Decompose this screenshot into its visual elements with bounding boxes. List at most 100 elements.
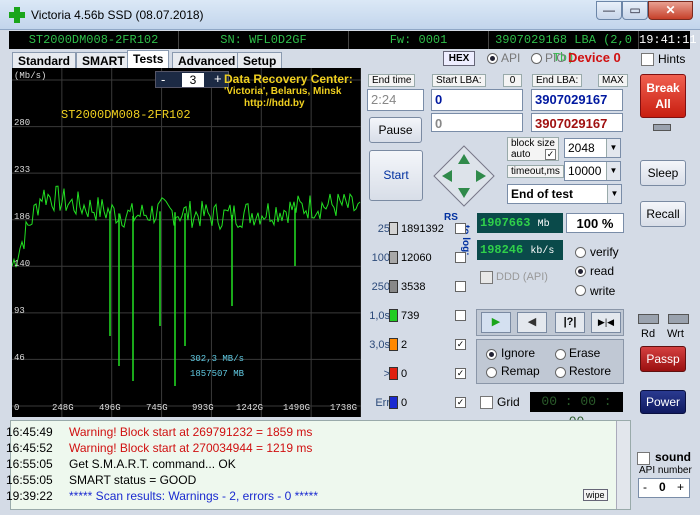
log-entry: 16:55:05 SMART status = GOOD	[6, 473, 196, 488]
back-icon[interactable]: ◀	[517, 312, 547, 333]
tab-advanced[interactable]: Advanced	[172, 52, 242, 69]
start-lba-zero-button[interactable]: 0	[503, 74, 522, 87]
end-time-field[interactable]: 2:24	[367, 89, 424, 111]
stat-threshold: 1,0s	[369, 310, 390, 322]
read-indicator-label: Rd	[641, 328, 656, 340]
stat-row: 1,0s 739	[368, 309, 468, 325]
api-number-value: 0	[659, 480, 666, 494]
log-scrollbar[interactable]	[616, 421, 630, 509]
drc-url: http://hdd.by	[244, 98, 305, 109]
x-tick: 993G	[192, 403, 214, 413]
log-message: Get S.M.A.R.T. command... OK	[69, 457, 236, 471]
start-button[interactable]: Start	[369, 150, 423, 201]
grid-checkbox[interactable]	[480, 396, 493, 409]
pio-radio[interactable]	[531, 53, 542, 64]
log-entry: 16:55:05 Get S.M.A.R.T. command... OK	[6, 457, 236, 472]
break-indicator	[653, 124, 671, 131]
sound-label: sound	[655, 450, 691, 464]
break-all-button[interactable]: Break All	[640, 74, 686, 118]
transport-controls: ▶ ◀ |?| ▶|◀	[476, 309, 624, 336]
pause-button[interactable]: Pause	[369, 117, 422, 143]
tab-tests[interactable]: Tests	[127, 50, 170, 69]
log-time: 19:39:22	[6, 489, 53, 503]
to-log-checkbox[interactable]	[455, 281, 466, 292]
end-lba-field[interactable]: 3907029167	[531, 89, 623, 111]
to-log-checkbox[interactable]	[455, 310, 466, 321]
scale-minus-button[interactable]: -	[161, 72, 165, 87]
power-button[interactable]: Power	[640, 390, 686, 414]
sleep-button[interactable]: Sleep	[640, 160, 686, 186]
end-icon[interactable]: ▶|◀	[591, 312, 621, 333]
ignore-radio[interactable]	[486, 349, 497, 360]
api-number-minus[interactable]: -	[643, 480, 647, 494]
tab-setup[interactable]: Setup	[237, 52, 283, 69]
recall-button[interactable]: Recall	[640, 201, 686, 227]
restore-label: Restore	[569, 364, 612, 378]
processed-mb-value: 1907663	[480, 216, 531, 230]
hints-checkbox[interactable]	[641, 53, 654, 66]
to-log-checkbox[interactable]	[455, 252, 466, 263]
stat-count: 0	[401, 368, 408, 380]
tab-smart[interactable]: SMART	[76, 52, 131, 69]
erase-radio[interactable]	[555, 349, 566, 360]
block-size-value: 2048	[568, 141, 595, 155]
auto-checkbox[interactable]: ✓	[545, 149, 556, 160]
ddd-api-checkbox[interactable]	[480, 271, 493, 284]
scale-value[interactable]: 3	[182, 73, 204, 87]
x-tick: 496G	[99, 403, 121, 413]
timeout-select[interactable]: 10000 ▼	[564, 161, 621, 181]
x-tick: 745G	[146, 403, 168, 413]
play-icon[interactable]: ▶	[481, 312, 511, 333]
log-time: 16:45:52	[6, 441, 53, 455]
timeout-label: timeout,ms	[507, 165, 564, 178]
minimize-button[interactable]: —	[596, 1, 622, 20]
stat-row: Err 0 ✓	[368, 396, 468, 412]
log-message: SMART status = GOOD	[69, 473, 197, 487]
password-button[interactable]: Passp	[640, 346, 686, 372]
remap-radio[interactable]	[486, 367, 497, 378]
end-lba-label: End LBA:	[532, 74, 583, 87]
verify-radio[interactable]	[575, 247, 586, 258]
stat-color-swatch	[389, 280, 398, 293]
restore-radio[interactable]	[555, 367, 566, 378]
api-radio[interactable]	[487, 53, 498, 64]
processed-mb: 1907663 Mb	[477, 213, 563, 233]
to-log-checkbox[interactable]: ✓	[455, 368, 466, 379]
drc-title: Data Recovery Center:	[224, 72, 353, 86]
x-tick: 1738G	[330, 403, 358, 413]
write-radio[interactable]	[575, 285, 586, 296]
stat-count: 2	[401, 339, 408, 351]
end-of-test-select[interactable]: End of test ▼	[507, 184, 622, 204]
end-lba-max-button[interactable]: MAX	[598, 74, 628, 87]
timeout-value: 10000	[568, 164, 602, 178]
log-entry: 19:39:22 ***** Scan results: Warnings - 2…	[6, 489, 318, 504]
block-size-select[interactable]: 2048 ▼	[564, 138, 621, 158]
stat-row: 25 1891392	[368, 222, 468, 238]
to-log-checkbox[interactable]: ✓	[455, 397, 466, 408]
start-lba-field[interactable]: 0	[431, 89, 523, 111]
read-radio[interactable]	[575, 266, 586, 277]
drive-info-bar: ST2000DM008-2FR102 SN: WFL0D2GF Fw: 0001…	[9, 31, 697, 65]
stat-count: 3538	[401, 281, 426, 293]
scale-plus-button[interactable]: +	[214, 71, 222, 86]
sound-checkbox[interactable]	[637, 452, 650, 465]
to-log-checkbox[interactable]: ✓	[455, 339, 466, 350]
skip-icon[interactable]: |?|	[555, 312, 585, 333]
stat-color-swatch	[389, 338, 398, 351]
stat-row: 100 12060	[368, 251, 468, 267]
tab-standard[interactable]: Standard	[12, 52, 77, 69]
to-log-checkbox[interactable]	[455, 223, 466, 234]
api-number-spinner[interactable]: - 0 +	[638, 478, 690, 498]
hex-button[interactable]: HEX	[443, 51, 475, 66]
navigation-dpad-icon[interactable]	[432, 144, 496, 208]
maximize-button[interactable]: ▭	[622, 1, 648, 20]
graph-scale-spinner[interactable]: - 3 +	[155, 71, 229, 88]
api-number-plus[interactable]: +	[677, 480, 684, 494]
remap-label: Remap	[501, 364, 540, 378]
percent-complete: 100 %	[566, 213, 624, 233]
green-cross-icon	[9, 7, 25, 23]
y-tick: 93	[14, 306, 25, 316]
close-button[interactable]: ✕	[648, 1, 693, 20]
api-label: API	[501, 51, 521, 65]
wipe-log-button[interactable]: wipe	[583, 489, 608, 501]
